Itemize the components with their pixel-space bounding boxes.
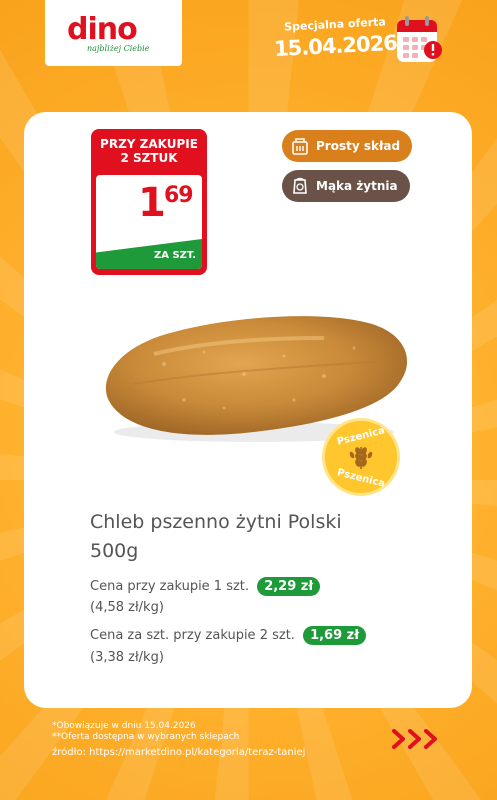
wheat-seal: Pszenica Pszenica: [322, 418, 400, 496]
tag-label: Mąka żytnia: [316, 179, 398, 193]
offer-date: 15.04.2026: [273, 30, 398, 62]
double-unit-price: (3,38 zł/kg): [90, 650, 164, 665]
logo-wordmark: dino: [67, 12, 138, 47]
calendar-icon: [397, 16, 442, 62]
dino-logo: dino najbliżej Ciebie: [45, 0, 182, 66]
paper-bag-icon: [292, 138, 308, 155]
footnote-availability: **Oferta dostępna w wybranych sklepach: [52, 732, 240, 742]
tag-rye-flour: Mąka żytnia: [282, 170, 410, 202]
price-badge-header: PRZY ZAKUPIE 2 SZTUK: [91, 137, 207, 165]
price-badge-line1: PRZY ZAKUPIE: [100, 137, 198, 151]
double-price-label: Cena za szt. przy zakupie 2 szt.: [90, 628, 295, 643]
source-link[interactable]: źródło: https://marketdino.pl/kategoria/…: [52, 747, 305, 758]
single-price-label: Cena przy zakupie 1 szt.: [90, 579, 250, 594]
price-badge: PRZY ZAKUPIE 2 SZTUK 1 69 ZA SZT.: [91, 129, 207, 275]
double-price-pill: 1,69 zł: [303, 626, 367, 645]
double-price-row: Cena za szt. przy zakupie 2 szt. 1,69 zł: [90, 626, 367, 645]
tag-label: Prosty skład: [316, 139, 401, 153]
price-badge-panel: 1 69 ZA SZT.: [96, 175, 202, 269]
price-integer: 1: [138, 180, 166, 226]
tag-simple-ingredients: Prosty skład: [282, 130, 413, 162]
logo-tagline: najbliżej Ciebie: [87, 44, 150, 53]
next-arrows-icon[interactable]: [390, 727, 446, 751]
product-card: PRZY ZAKUPIE 2 SZTUK 1 69 ZA SZT. Prosty…: [24, 112, 472, 708]
price-decimal: 69: [164, 183, 194, 208]
single-price-row: Cena przy zakupie 1 szt. 2,29 zł: [90, 577, 321, 596]
price-unit: ZA SZT.: [153, 250, 196, 261]
price-badge-line2: 2 SZTUK: [120, 151, 178, 165]
footnote-validity: *Obowiązuje w dniu 15.04.2026: [52, 721, 196, 731]
flour-sack-icon: [293, 177, 307, 194]
product-title: Chleb pszenno żytni Polski 500g: [90, 511, 342, 562]
single-price-pill: 2,29 zł: [257, 577, 321, 596]
wheat-icon: [349, 447, 373, 469]
single-unit-price: (4,58 zł/kg): [90, 600, 164, 615]
